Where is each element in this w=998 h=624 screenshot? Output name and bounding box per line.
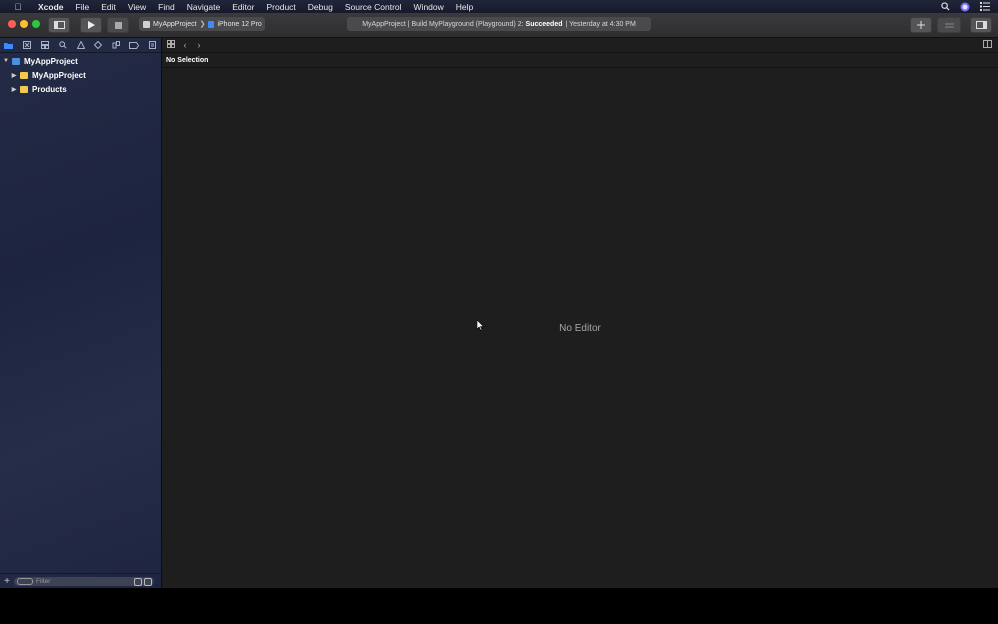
menu-app[interactable]: Xcode bbox=[32, 2, 70, 12]
control-center-icon[interactable] bbox=[980, 2, 990, 12]
breakpoint-icon[interactable] bbox=[125, 38, 143, 52]
scheme-device-label: iPhone 12 Pro bbox=[217, 20, 262, 28]
apple-icon[interactable]:  bbox=[11, 2, 25, 12]
project-navigator: ▼ MyAppProject ▶ MyAppProject ▶ Products… bbox=[0, 38, 162, 588]
tree-item-folder-myappproject[interactable]: ▶ MyAppProject bbox=[0, 68, 161, 82]
no-editor-message: No Editor bbox=[559, 323, 601, 334]
toolbar: MyAppProject ❯ iPhone 12 Pro MyAppProjec… bbox=[0, 13, 998, 38]
symbol-navigator-icon[interactable] bbox=[36, 38, 54, 52]
editor-area: ‹ › No Selection No Editor bbox=[162, 38, 998, 588]
test-diamond-icon[interactable] bbox=[89, 38, 107, 52]
related-items-grid-icon[interactable] bbox=[164, 40, 178, 50]
zoom-window-button[interactable] bbox=[32, 20, 40, 28]
menu-file[interactable]: File bbox=[70, 2, 96, 12]
project-file-icon bbox=[12, 57, 20, 65]
tree-item-project[interactable]: ▼ MyAppProject bbox=[0, 54, 161, 68]
close-window-button[interactable] bbox=[8, 20, 16, 28]
disclosure-collapsed-icon[interactable]: ▶ bbox=[10, 72, 18, 79]
filter-input[interactable]: Filter bbox=[14, 576, 154, 586]
warning-icon[interactable] bbox=[72, 38, 90, 52]
stop-button[interactable] bbox=[107, 17, 129, 33]
activity-viewer[interactable]: MyAppProject | Build MyPlayground (Playg… bbox=[347, 17, 651, 31]
play-icon bbox=[88, 21, 95, 29]
activity-time: | Yesterday at 4:30 PM bbox=[565, 20, 636, 28]
arrows-icon bbox=[944, 23, 954, 27]
scheme-selector[interactable]: MyAppProject ❯ iPhone 12 Pro bbox=[139, 17, 265, 31]
menu-navigate[interactable]: Navigate bbox=[181, 2, 227, 12]
source-control-icon[interactable] bbox=[18, 38, 36, 52]
build-status: Succeeded bbox=[525, 20, 563, 28]
breadcrumb[interactable]: No Selection bbox=[162, 53, 998, 68]
back-chevron-icon[interactable]: ‹ bbox=[178, 40, 192, 50]
xcode-window: MyAppProject ❯ iPhone 12 Pro MyAppProjec… bbox=[0, 13, 998, 588]
chevron-right-icon: ❯ bbox=[199, 21, 206, 28]
folder-icon bbox=[20, 85, 28, 93]
menu-edit[interactable]: Edit bbox=[95, 2, 122, 12]
spotlight-search-icon[interactable] bbox=[940, 2, 950, 12]
menu-debug[interactable]: Debug bbox=[302, 2, 339, 12]
debug-icon[interactable] bbox=[107, 38, 125, 52]
split-editor-icon[interactable] bbox=[980, 40, 994, 50]
menu-view[interactable]: View bbox=[122, 2, 152, 12]
menu-extras bbox=[940, 0, 990, 13]
desktop-background bbox=[0, 588, 998, 624]
activity-prefix: MyAppProject | Build MyPlayground (Playg… bbox=[362, 20, 524, 28]
tree-item-label: Products bbox=[32, 84, 67, 94]
minimize-window-button[interactable] bbox=[20, 20, 28, 28]
menu-find[interactable]: Find bbox=[152, 2, 181, 12]
menu-product[interactable]: Product bbox=[260, 2, 301, 12]
navigator-selector-bar bbox=[0, 38, 161, 53]
tree-item-folder-products[interactable]: ▶ Products bbox=[0, 82, 161, 96]
library-button[interactable] bbox=[910, 17, 932, 33]
forward-chevron-icon[interactable]: › bbox=[192, 40, 206, 50]
app-scheme-icon bbox=[143, 20, 150, 28]
editor-jump-bar: ‹ › bbox=[162, 38, 998, 53]
filter-placeholder: Filter bbox=[36, 577, 51, 585]
add-file-plus-icon[interactable]: + bbox=[0, 576, 14, 587]
report-icon[interactable] bbox=[143, 38, 161, 52]
filter-options-icon[interactable] bbox=[17, 577, 33, 585]
scheme-project-label: MyAppProject bbox=[153, 20, 197, 28]
disclosure-expanded-icon[interactable]: ▼ bbox=[2, 58, 10, 64]
disclosure-collapsed-icon[interactable]: ▶ bbox=[10, 86, 18, 93]
siri-icon[interactable] bbox=[960, 2, 970, 12]
menu-bar:  Xcode File Edit View Find Navigate Edi… bbox=[0, 0, 998, 13]
menu-source-control[interactable]: Source Control bbox=[339, 2, 408, 12]
tree-item-label: MyAppProject bbox=[32, 70, 86, 80]
device-icon bbox=[208, 20, 215, 28]
toggle-navigator-button[interactable] bbox=[48, 17, 70, 33]
find-navigator-search-icon[interactable] bbox=[54, 38, 72, 52]
menu-editor[interactable]: Editor bbox=[226, 2, 260, 12]
plus-icon bbox=[917, 21, 925, 29]
tree-item-label: MyAppProject bbox=[24, 56, 78, 66]
review-changes-button[interactable] bbox=[937, 17, 961, 33]
folder-icon[interactable] bbox=[0, 38, 18, 52]
toggle-inspector-button[interactable] bbox=[970, 17, 992, 33]
menu-help[interactable]: Help bbox=[450, 2, 479, 12]
inspector-icon bbox=[975, 21, 987, 29]
folder-icon bbox=[20, 71, 28, 79]
run-button[interactable] bbox=[80, 17, 102, 33]
file-tree: ▼ MyAppProject ▶ MyAppProject ▶ Products bbox=[0, 54, 161, 96]
stop-icon bbox=[114, 21, 122, 29]
recent-files-clock-icon[interactable] bbox=[134, 577, 142, 586]
menu-window[interactable]: Window bbox=[408, 2, 450, 12]
navigator-filter-bar: + Filter bbox=[0, 573, 161, 588]
sidebar-icon bbox=[53, 21, 65, 29]
scm-status-icon[interactable] bbox=[144, 577, 152, 586]
